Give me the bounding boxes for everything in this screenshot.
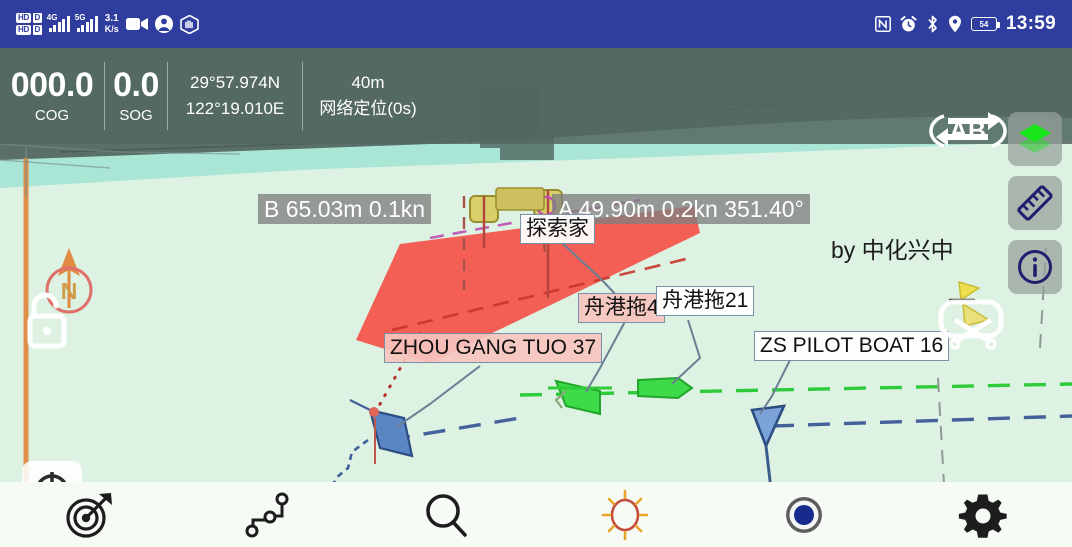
longitude-value: 122°19.010E <box>185 99 285 118</box>
clock-time: 13:59 <box>1005 13 1056 34</box>
vessel-label-tansuojia[interactable]: 探索家 <box>520 214 595 244</box>
ab-loop-button[interactable]: AB <box>926 106 1010 156</box>
vessel-label-zhougangtuo21[interactable]: 舟港拖21 <box>656 286 755 316</box>
record-circle-icon <box>786 496 823 533</box>
alarm-clock-icon <box>900 15 917 33</box>
fix-source-value: 网络定位(0s) <box>319 99 417 118</box>
vessel-label-zspilotboat16[interactable]: ZS PILOT BOAT 16 <box>754 331 950 361</box>
sog-readout: 0.0 SOG <box>105 48 167 144</box>
sun-brightness-icon <box>602 489 649 540</box>
video-camera-icon <box>125 16 148 32</box>
hd-badge-icon: HD <box>16 13 31 23</box>
system-status-bar: HD D HD D 4G 5G 3.1 K/s 54 13:59 <box>0 0 1072 48</box>
cog-value: 000.0 <box>10 66 94 104</box>
settings-button[interactable] <box>893 482 1072 547</box>
signal-5g-icon: 5G <box>74 13 98 32</box>
signal-4g-icon: 4G <box>46 13 70 32</box>
battery-icon: 54 <box>970 17 1000 31</box>
map-attribution: by 中化兴中 <box>831 237 954 263</box>
palm-gesture-icon <box>179 14 199 34</box>
data-rate-unit: K/s <box>104 24 119 34</box>
info-circle-icon <box>1018 250 1052 284</box>
fix-readout: 40m 网络定位(0s) <box>303 48 433 144</box>
crosshair-locate-icon <box>37 472 67 482</box>
vessel-label-zhougangtuo37[interactable]: ZHOU GANG TUO 37 <box>384 333 603 363</box>
navigation-info-bar: 000.0 COG 0.0 SOG 29°57.974N 122°19.010E… <box>0 48 1072 144</box>
target-arrow-icon <box>66 492 113 538</box>
marine-navigation-app: B 65.03m 0.1kn A 49.90m 0.2kn 351.40° by… <box>0 0 1072 547</box>
hd-badges-group: HD D HD D <box>16 13 42 35</box>
signal-4g-label: 4G <box>46 13 58 22</box>
hd-badge-icon: HD <box>16 25 31 35</box>
nfc-icon <box>874 16 891 32</box>
info-button[interactable] <box>1008 240 1062 294</box>
map-tools-panel <box>1008 112 1062 294</box>
user-account-icon <box>154 15 173 33</box>
position-readout: 29°57.974N 122°19.010E <box>168 48 302 144</box>
cog-readout: 000.0 COG <box>0 48 104 144</box>
vessel-label-zhougangtuo4[interactable]: 舟港拖4 <box>578 293 665 323</box>
data-rate-value: 3.1 <box>104 13 119 24</box>
padlock-unlocked-icon[interactable] <box>20 286 76 357</box>
signal-5g-label: 5G <box>74 13 86 22</box>
ruler-icon <box>1017 185 1053 221</box>
route-waypoints-icon <box>245 492 289 537</box>
altitude-value: 40m <box>351 73 385 92</box>
sog-value: 0.0 <box>113 66 159 104</box>
locate-button[interactable] <box>22 461 82 482</box>
hd-sub-icon: D <box>32 13 42 23</box>
location-pin-icon <box>948 15 962 33</box>
measure-button[interactable] <box>1008 176 1062 230</box>
search-button[interactable] <box>357 482 536 547</box>
measure-crosshair-widget[interactable] <box>935 276 1011 357</box>
vessel-green-boat <box>637 376 694 400</box>
ais-readout-b: B 65.03m 0.1kn <box>258 194 432 224</box>
hd-sub-icon: D <box>32 25 42 35</box>
latitude-value: 29°57.974N <box>190 73 280 92</box>
battery-level: 54 <box>979 19 989 29</box>
ab-loop-label: AB <box>949 116 987 145</box>
search-icon <box>425 493 467 537</box>
record-button[interactable] <box>715 482 894 547</box>
data-rate-icon: 3.1 K/s <box>105 13 119 35</box>
cog-label: COG <box>34 107 70 124</box>
bottom-toolbar <box>0 482 1072 547</box>
route-button[interactable] <box>179 482 358 547</box>
gear-icon <box>958 494 1007 538</box>
target-button[interactable] <box>0 482 179 547</box>
layers-icon <box>1019 124 1051 153</box>
brightness-button[interactable] <box>536 482 715 547</box>
bluetooth-icon <box>926 15 939 33</box>
sog-label: SOG <box>119 107 153 124</box>
layers-button[interactable] <box>1008 112 1062 166</box>
